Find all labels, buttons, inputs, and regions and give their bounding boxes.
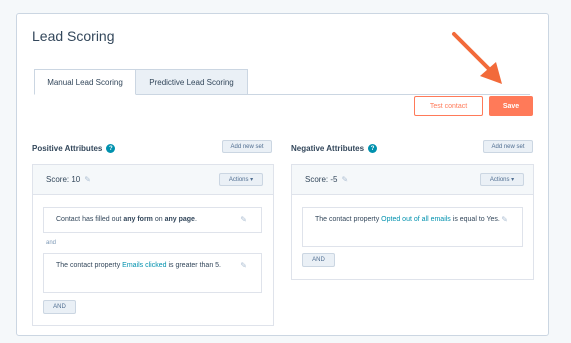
tab-predictive-lead-scoring[interactable]: Predictive Lead Scoring bbox=[136, 69, 248, 95]
positive-heading-label: Positive Attributes bbox=[32, 144, 103, 153]
negative-score-panel: Score: -5 ✎ Actions ▾ The contact proper… bbox=[291, 164, 534, 280]
caret-down-icon: ▾ bbox=[248, 177, 254, 183]
pencil-icon[interactable]: ✎ bbox=[240, 214, 247, 225]
help-icon[interactable]: ? bbox=[106, 144, 116, 153]
and-button[interactable]: AND bbox=[43, 300, 76, 314]
rule-text-post: . bbox=[194, 216, 197, 223]
save-button[interactable]: Save bbox=[489, 96, 533, 116]
caret-down-icon: ▾ bbox=[509, 177, 515, 183]
score-display: Score: -5 ✎ bbox=[305, 175, 348, 184]
negative-attributes-heading: Negative Attributes ? bbox=[291, 144, 378, 153]
page-title: Lead Scoring bbox=[32, 28, 115, 44]
property-link[interactable]: Emails clicked bbox=[122, 262, 166, 269]
rule-text-strong: any form bbox=[123, 216, 153, 223]
rule-text-strong2: any page bbox=[164, 216, 195, 223]
tab-manual-lead-scoring[interactable]: Manual Lead Scoring bbox=[34, 69, 136, 95]
actions-dropdown[interactable]: Actions ▾ bbox=[480, 173, 524, 186]
rule-card[interactable]: The contact property Emails clicked is g… bbox=[43, 253, 262, 293]
actions-dropdown[interactable]: Actions ▾ bbox=[219, 173, 263, 186]
help-icon[interactable]: ? bbox=[368, 144, 378, 153]
add-new-set-button[interactable]: Add new set bbox=[222, 140, 272, 153]
test-contact-button[interactable]: Test contact bbox=[414, 96, 483, 116]
arrow-annotation-icon bbox=[452, 32, 502, 84]
score-display: Score: 10 ✎ bbox=[46, 175, 91, 184]
negative-heading-label: Negative Attributes bbox=[291, 144, 365, 153]
rule-text-pre: The contact property bbox=[315, 216, 382, 223]
panel-header: Score: -5 ✎ Actions ▾ bbox=[292, 165, 533, 195]
actions-label: Actions bbox=[489, 176, 510, 183]
positive-score-panel: Score: 10 ✎ Actions ▾ Contact has filled… bbox=[32, 164, 274, 326]
score-label: Score: -5 bbox=[305, 175, 338, 184]
pencil-icon[interactable]: ✎ bbox=[84, 175, 91, 184]
panel-header: Score: 10 ✎ Actions ▾ bbox=[33, 165, 273, 195]
property-link[interactable]: Opted out of all emails bbox=[381, 216, 451, 223]
positive-attributes-heading: Positive Attributes ? bbox=[32, 144, 116, 153]
pencil-icon[interactable]: ✎ bbox=[240, 260, 247, 271]
add-new-set-button[interactable]: Add new set bbox=[483, 140, 533, 153]
rule-text-post: is greater than 5. bbox=[166, 262, 221, 269]
score-label: Score: 10 bbox=[46, 175, 81, 184]
pencil-icon[interactable]: ✎ bbox=[341, 175, 348, 184]
rule-text-pre: Contact has filled out bbox=[56, 216, 124, 223]
actions-label: Actions bbox=[228, 176, 249, 183]
rule-text-pre: The contact property bbox=[56, 262, 123, 269]
and-joiner: and bbox=[46, 240, 57, 246]
rule-text-mid: on bbox=[152, 216, 165, 223]
rule-card[interactable]: Contact has filled out any form on any p… bbox=[43, 207, 262, 233]
pencil-icon[interactable]: ✎ bbox=[501, 214, 508, 225]
tab-bar: Manual Lead Scoring Predictive Lead Scor… bbox=[34, 69, 248, 95]
rule-text-post: is equal to Yes. bbox=[450, 216, 500, 223]
rule-card[interactable]: The contact property Opted out of all em… bbox=[302, 207, 523, 247]
and-button[interactable]: AND bbox=[302, 253, 335, 267]
